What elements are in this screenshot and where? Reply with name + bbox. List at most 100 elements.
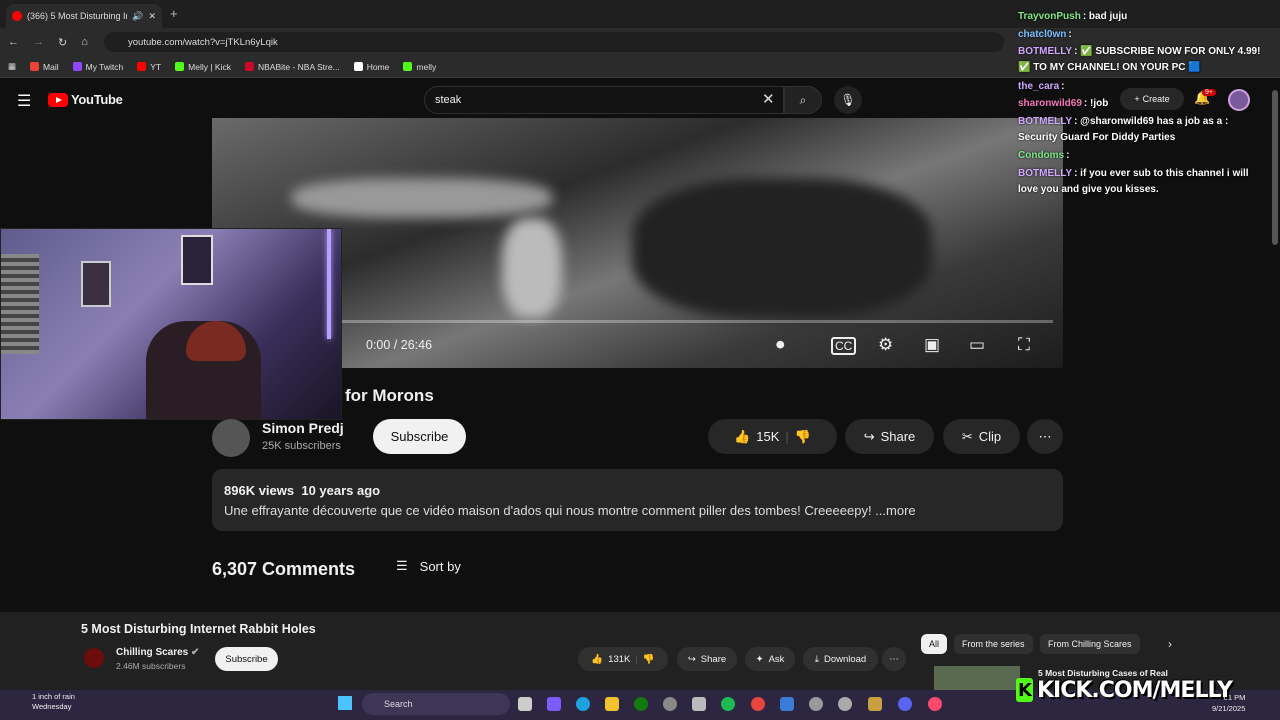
app-icon[interactable] [928, 697, 942, 711]
miniplayer-title[interactable]: 5 Most Disturbing Internet Rabbit Holes [81, 622, 316, 636]
forward-icon[interactable]: → [33, 36, 44, 48]
miniplayer-channel-name[interactable]: Chilling Scares ✔ [116, 647, 199, 658]
hamburger-menu-icon[interactable]: ☰ [17, 91, 31, 111]
search-button[interactable]: ⌕ [784, 86, 822, 114]
bookmark-label: My Twitch [85, 61, 124, 72]
logo-text: YouTube [71, 92, 123, 107]
store-icon[interactable] [692, 697, 706, 711]
more-actions-button[interactable]: ⋯ [1027, 419, 1063, 454]
search-input[interactable]: steak [424, 86, 784, 114]
spotify-icon[interactable] [721, 697, 735, 711]
tab-close-icon[interactable]: ✕ [148, 11, 156, 22]
related-video-thumbnail[interactable] [934, 666, 1020, 690]
browser-tab[interactable]: (366) 5 Most Disturbing Int 🔊 ✕ [6, 4, 162, 28]
ask-button[interactable]: ✦ Ask [745, 647, 795, 671]
url-text: youtube.com/watch?v=jTKLn6yLqik [128, 36, 278, 48]
url-field[interactable]: youtube.com/watch?v=jTKLn6yLqik [104, 32, 1004, 52]
reload-icon[interactable]: ↻ [58, 36, 67, 49]
description-text[interactable]: Une effrayante découverte que ce vidéo m… [224, 503, 916, 518]
app-icon[interactable] [780, 697, 794, 711]
bookmark-home[interactable]: Home [353, 62, 389, 72]
chat-user: TrayvonPush [1018, 11, 1081, 22]
miniplayer-icon[interactable]: ▣ [924, 335, 940, 355]
bookmark-yt[interactable]: YT [137, 62, 161, 72]
chip-from-channel[interactable]: From Chilling Scares [1040, 634, 1140, 654]
chat-user: the_cara [1018, 81, 1060, 92]
share-button[interactable]: ↪ Share [845, 419, 934, 454]
subscribe-button[interactable]: Subscribe [373, 419, 466, 454]
app-icon[interactable] [868, 697, 882, 711]
file-explorer-icon[interactable] [605, 697, 619, 711]
chip-from-series[interactable]: From the series [954, 634, 1033, 654]
taskbar-search[interactable]: Search [362, 693, 510, 715]
voice-search-button[interactable]: 🎙 [834, 86, 862, 114]
miniplayer-channel-avatar[interactable] [84, 648, 104, 668]
chip-all[interactable]: All [921, 634, 948, 654]
miniplayer-more-button[interactable]: ⋯ [882, 647, 906, 671]
chat-text: : bad juju [1082, 11, 1128, 22]
weather-widget[interactable]: 1 inch of rain Wednesday [12, 692, 75, 712]
like-count: 15K [756, 429, 780, 444]
chat-line: BOTMELLY: ✅ SUBSCRIBE NOW FOR ONLY 4.99! [1018, 46, 1260, 57]
autoplay-toggle-icon[interactable]: ⏺ [776, 335, 785, 355]
bookmark-mail[interactable]: Mail [30, 62, 59, 72]
youtube-logo[interactable]: YouTube [48, 92, 123, 107]
obs-icon[interactable] [663, 697, 677, 711]
youtube-favicon-icon [12, 11, 22, 21]
discord-icon[interactable] [898, 697, 912, 711]
settings-gear-icon[interactable]: ⚙ [878, 335, 893, 355]
download-label: Download [823, 653, 867, 665]
copilot-icon[interactable] [547, 697, 561, 711]
webcam-overlay [0, 228, 342, 420]
home-icon[interactable]: ⌂ [81, 36, 88, 48]
media-player-icon[interactable] [809, 697, 823, 711]
chrome-icon[interactable] [751, 697, 765, 711]
clear-search-icon[interactable]: ✕ [762, 90, 775, 108]
windows-start-icon[interactable] [338, 696, 352, 710]
kick-url-text: KICK.COM/MELLY [1036, 677, 1233, 703]
back-icon[interactable]: ← [8, 36, 19, 48]
task-view-icon[interactable] [518, 697, 532, 711]
app-icon[interactable] [838, 697, 852, 711]
new-tab-button[interactable]: + [170, 6, 178, 21]
captions-icon[interactable]: CC [831, 337, 857, 355]
chat-text: : !job [1083, 98, 1109, 109]
weather-line1: 1 inch of rain [32, 692, 75, 701]
chat-line: BOTMELLY: @sharonwild69 has a job as a : [1018, 116, 1228, 127]
chat-line: Condoms: [1018, 150, 1069, 161]
clip-button[interactable]: ✂ Clip [943, 419, 1020, 454]
miniplayer-share-button[interactable]: ↪ Share [677, 647, 737, 671]
bookmark-twitch[interactable]: My Twitch [72, 61, 124, 72]
clock-date: 9/21/2025 [1212, 704, 1246, 713]
apps-icon[interactable]: ▦ [8, 61, 16, 72]
miniplayer-subscribe-button[interactable]: Subscribe [215, 647, 278, 671]
fullscreen-icon[interactable]: ⛶ [1018, 335, 1030, 355]
bookmark-nbabite[interactable]: NBABite - NBA Stre... [244, 62, 340, 72]
search-value: steak [435, 94, 462, 106]
channel-avatar[interactable] [212, 419, 250, 457]
sort-comments-button[interactable]: ☰ Sort by [396, 558, 461, 574]
xbox-icon[interactable] [634, 697, 648, 711]
miniplayer-like-group[interactable]: 👍 131K | 👎 [578, 647, 668, 671]
video-progress-bar[interactable] [342, 320, 1053, 323]
download-button[interactable]: ⤓ Download [803, 647, 878, 671]
share-label: Share [700, 653, 727, 665]
like-dislike-group: 👍 15K | 👎 [708, 419, 837, 454]
chat-text: : [1068, 29, 1072, 40]
video-time: 0:00 / 26:46 [366, 338, 433, 352]
bookmark-kick[interactable]: Melly | Kick [175, 62, 231, 72]
theater-mode-icon[interactable]: ▭ [969, 335, 985, 355]
channel-name[interactable]: Simon Predj [262, 420, 344, 436]
chat-user: chatcl0wn [1018, 29, 1067, 40]
scissors-icon: ✂ [961, 428, 973, 444]
like-button[interactable]: 👍 15K [734, 429, 779, 445]
audio-icon[interactable]: 🔊 [132, 11, 143, 22]
twitch-icon [72, 62, 82, 71]
chevron-right-icon[interactable]: › [1168, 637, 1172, 651]
thumbs-down-icon[interactable]: 👎 [643, 654, 655, 665]
dislike-button[interactable]: 👎 [795, 429, 811, 445]
edge-icon[interactable] [576, 697, 590, 711]
description-box[interactable] [212, 469, 1063, 531]
chat-line: chatcl0wn: [1018, 29, 1072, 40]
bookmark-melly[interactable]: melly [403, 62, 436, 72]
